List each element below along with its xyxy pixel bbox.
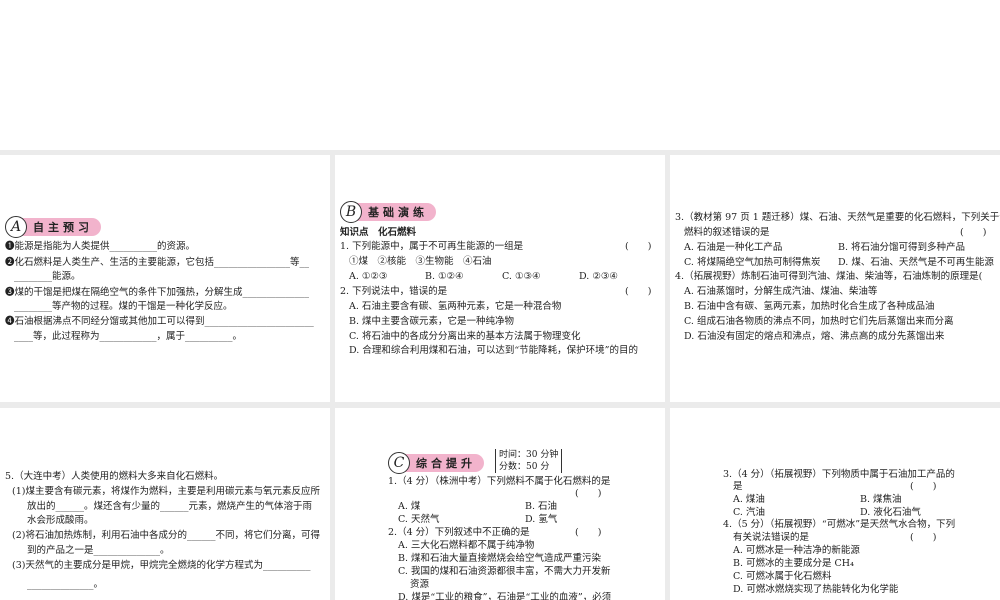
- question: 2. 下列说法中，错误的是: [340, 286, 448, 297]
- option: A. 可燃冰是一种洁净的新能源: [733, 545, 860, 556]
- option: D. 氢气: [525, 514, 558, 525]
- option: D. 煤、石油、天然气是不可再生能源: [838, 257, 994, 268]
- item-list: ①煤 ②核能 ③生物能 ④石油: [349, 256, 492, 267]
- panel-basic-practice-cont: 3.（教材第 97 页 1 题迁移）煤、石油、天然气是重要的化石燃料，下列关于化…: [670, 155, 1000, 402]
- text-line: (2)将石油加热炼制，利用石油中各成分的______不同，将它们分离，可得: [12, 530, 320, 541]
- option: C. 天然气: [398, 514, 440, 525]
- section-badge-a: A 自主预习: [5, 216, 101, 238]
- option: C. 将石油中的各成分分离出来的基本方法属于物理变化: [349, 331, 581, 342]
- question-cont: 是: [733, 481, 743, 492]
- text-line: 到的产品之一是______________。: [27, 545, 170, 556]
- question: 2.（4 分）下列叙述中不正确的是: [388, 527, 530, 538]
- option: D. 合理和综合利用煤和石油，可以达到“节能降耗，保护环境”的目的: [349, 345, 639, 356]
- text-line: ________等产物的过程。煤的干馏是一种化学反应。: [14, 301, 233, 312]
- total-score: 分数：50 分: [499, 462, 550, 472]
- answer-paren: ( ): [910, 532, 937, 543]
- answer-paren: ( ): [625, 286, 652, 297]
- text-line: ❷化石燃料是人类生产、生活的主要能源，它包括________________等_…: [5, 257, 310, 268]
- option: A. 煤油: [733, 494, 765, 505]
- option: C. 汽油: [733, 507, 765, 518]
- question: 4.（5 分）（拓展视野）“可燃冰”是天然气水合物，下列: [723, 519, 956, 530]
- text-line: 水会形成酸雨。: [27, 515, 94, 526]
- question: 4.（拓展视野）炼制石油可得到汽油、煤油、柴油等，石油炼制的原理是( ): [675, 271, 1000, 282]
- text-line: ______________。: [27, 579, 104, 590]
- badge-title: 基础演练: [368, 206, 428, 219]
- option: D. ②③④: [579, 271, 618, 282]
- section-badge-b: B 基础演练: [340, 201, 436, 223]
- time-score-box: 时间：30 分钟 分数：50 分: [495, 449, 563, 473]
- option: A. 石油是一种化工产品: [684, 242, 783, 253]
- option-cont: 资源: [410, 579, 430, 590]
- panel-question-5: 5.（大连中考）人类使用的燃料大多来自化石燃料。 (1)煤主要含有碳元素，将煤作…: [0, 408, 330, 600]
- option: D. 石油没有固定的熔点和沸点，熔、沸点高的成分先蒸馏出来: [684, 331, 945, 342]
- option: A. ①②③: [349, 271, 388, 282]
- topic-label: 知识点 化石燃料: [340, 227, 417, 238]
- option: B. ①②④: [425, 271, 464, 282]
- panel-basic-practice: B 基础演练 知识点 化石燃料 1. 下列能源中，属于不可再生能源的一组是 ( …: [335, 155, 665, 402]
- option: C. 组成石油各物质的沸点不同，加热时它们先后蒸馏出来而分离: [684, 316, 954, 327]
- badge-letter: A: [5, 216, 27, 238]
- text-line: ❶能源是指能为人类提供__________的资源。: [5, 241, 196, 252]
- badge-title: 综合提升: [416, 457, 476, 470]
- badge-letter: B: [340, 201, 362, 223]
- section-badge-c: C 综合提升: [388, 452, 484, 474]
- panel-comprehensive-cont: 3.（4 分）（拓展视野）下列物质中属于石油加工产品的 是 ( ) A. 煤油 …: [670, 408, 1000, 600]
- badge-letter: C: [388, 452, 410, 474]
- text-line: 放出的______。煤还含有少量的______元素，燃烧产生的气体溶于雨: [27, 501, 313, 512]
- answer-paren: ( ): [960, 227, 987, 238]
- question: 1. 下列能源中，属于不可再生能源的一组是: [340, 241, 524, 252]
- panel-preview: A 自主预习 ❶能源是指能为人类提供__________的资源。 ❷化石燃料是人…: [0, 155, 330, 402]
- option: B. 煤中主要含碳元素，它是一种纯净物: [349, 316, 515, 327]
- answer-paren: ( ): [910, 481, 937, 492]
- option: B. 可燃冰的主要成分是 CH₄: [733, 558, 854, 569]
- option: D. 可燃冰燃烧实现了热能转化为化学能: [733, 584, 899, 595]
- option: A. 石油主要含有碳、氢两种元素，它是一种混合物: [349, 301, 562, 312]
- text-line: (3)天然气的主要成分是甲烷，甲烷完全燃烧的化学方程式为__________: [12, 560, 311, 571]
- option: B. 石油中含有碳、氢两元素，加热时化合生成了各种成品油: [684, 301, 935, 312]
- question-cont: 燃料的叙述错误的是: [684, 227, 770, 238]
- option: A. 三大化石燃料都不属于纯净物: [398, 540, 535, 551]
- answer-paren: ( ): [575, 527, 602, 538]
- option: A. 石油蒸馏时，分解生成汽油、煤油、柴油等: [684, 286, 878, 297]
- option: A. 煤: [398, 501, 421, 512]
- badge-title: 自主预习: [33, 221, 93, 234]
- answer-paren: ( ): [575, 488, 602, 499]
- option: C. 将煤隔绝空气加热可制得焦炭: [684, 257, 821, 268]
- option: B. 煤焦油: [860, 494, 902, 505]
- option: C. 我国的煤和石油资源都很丰富，不需大力开发新: [398, 566, 611, 577]
- panel-comprehensive: C 综合提升 时间：30 分钟 分数：50 分 1.（4 分）（株洲中考）下列燃…: [335, 408, 665, 600]
- text-line: ________能源。: [14, 271, 81, 282]
- question: 3.（4 分）（拓展视野）下列物质中属于石油加工产品的: [723, 469, 955, 480]
- blank-header-area: [0, 0, 1000, 150]
- question-cont: 有关说法错误的是: [733, 532, 810, 543]
- text-line: ❸煤的干馏是把煤在隔绝空气的条件下加强热，分解生成______________: [5, 287, 310, 298]
- option: B. 石油: [525, 501, 558, 512]
- option: B. 煤和石油大量直接燃烧会给空气造成严重污染: [398, 553, 602, 564]
- question: 5.（大连中考）人类使用的燃料大多来自化石燃料。: [5, 471, 224, 482]
- option: D. 液化石油气: [860, 507, 921, 518]
- text-line: (1)煤主要含有碳元素，将煤作为燃料，主要是利用碳元素与氧元素反应所: [12, 486, 320, 497]
- option: C. ①③④: [502, 271, 541, 282]
- time-limit: 时间：30 分钟: [499, 450, 559, 460]
- option: B. 将石油分馏可得到多种产品: [838, 242, 966, 253]
- option: D. 煤是“工业的粮食”，石油是“工业的血液”，必须: [398, 592, 612, 600]
- question: 1.（4 分）（株洲中考）下列燃料不属于化石燃料的是: [388, 476, 611, 487]
- text-line: ____等，此过程称为____________，属于__________。: [14, 331, 243, 342]
- question: 3.（教材第 97 页 1 题迁移）煤、石油、天然气是重要的化石燃料，下列关于化…: [675, 212, 1000, 223]
- text-line: ❹石油根据沸点不同经分馏或其他加工可以得到___________________…: [5, 316, 314, 327]
- option: C. 可燃冰属于化石燃料: [733, 571, 832, 582]
- answer-paren: ( ): [625, 241, 652, 252]
